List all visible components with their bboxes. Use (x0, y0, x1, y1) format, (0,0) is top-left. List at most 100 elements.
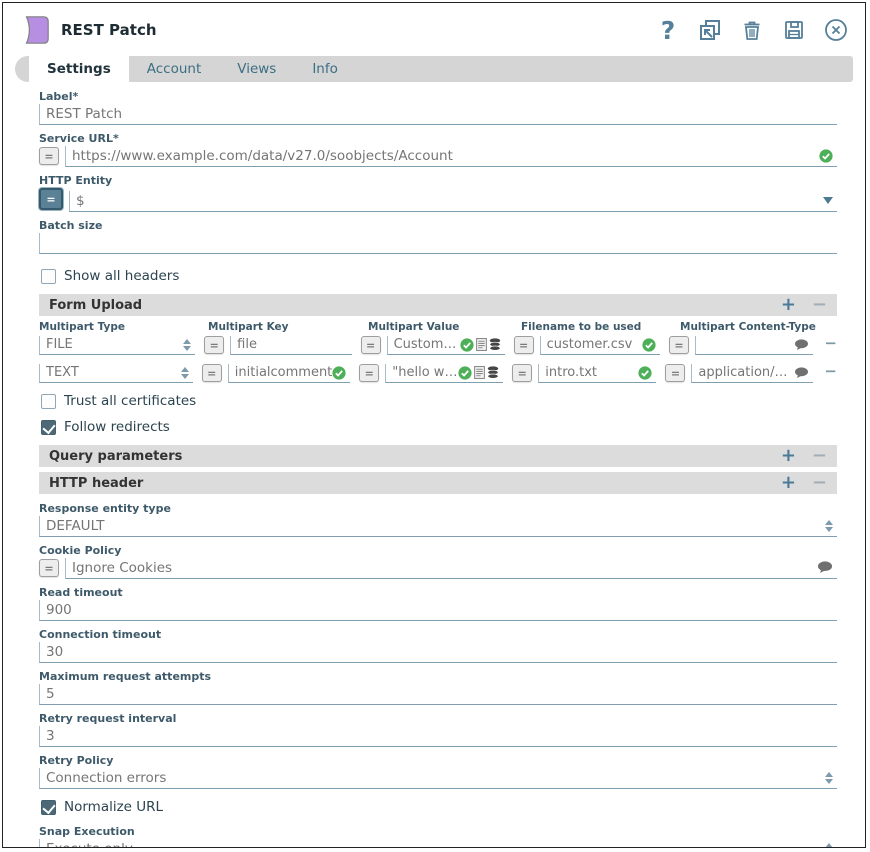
expression-toggle-active[interactable]: = (39, 188, 63, 210)
add-row-icon[interactable]: + (781, 474, 796, 492)
field-retry-request-interval: Retry request interval 3 (39, 712, 837, 747)
snap-execution-caption: Snap Execution (39, 825, 837, 838)
response-entity-type-select[interactable]: DEFAULT (39, 516, 837, 537)
multipart-type-select[interactable]: TEXT (39, 364, 193, 383)
document-icon[interactable] (476, 338, 487, 351)
database-stack-icon[interactable] (487, 366, 499, 379)
spinner-icon[interactable] (825, 843, 833, 849)
table-row: TEXT = initialcomment = "hello world (39, 362, 837, 383)
comment-bubble-icon[interactable] (794, 339, 809, 351)
tab-settings[interactable]: Settings (29, 56, 129, 82)
comment-bubble-icon[interactable] (794, 367, 809, 379)
col-multipart-key: Multipart Key (208, 321, 359, 333)
normalize-url-checkbox[interactable] (41, 800, 56, 815)
expression-toggle[interactable]: = (39, 559, 59, 577)
multipart-key-input[interactable]: initialcomment (228, 364, 351, 383)
checkbox-row-follow-redirects: Follow redirects (41, 419, 837, 435)
close-icon[interactable] (823, 17, 849, 43)
filename-input[interactable]: intro.txt (538, 364, 656, 383)
settings-panel: Label* REST Patch Service URL* = https:/… (3, 82, 865, 848)
service-url-input[interactable]: https://www.example.com/data/v27.0/soobj… (65, 146, 837, 167)
field-snap-execution: Snap Execution Execute only (39, 825, 837, 848)
remove-row-icon[interactable]: − (812, 447, 827, 465)
expression-toggle[interactable]: = (512, 364, 532, 382)
query-parameters-title: Query parameters (49, 449, 781, 464)
retry-request-interval-caption: Retry request interval (39, 712, 837, 725)
filename-input[interactable]: customer.csv (540, 336, 660, 355)
multipart-type-select[interactable]: FILE (39, 336, 195, 355)
spinner-icon[interactable] (825, 772, 833, 784)
field-response-entity-type: Response entity type DEFAULT (39, 502, 837, 537)
retry-request-interval-input[interactable]: 3 (39, 726, 837, 747)
form-upload-title: Form Upload (49, 298, 781, 313)
content-type-input[interactable]: application/oct (691, 364, 813, 383)
field-read-timeout: Read timeout 900 (39, 586, 837, 621)
expression-toggle[interactable]: = (204, 336, 224, 354)
tab-views[interactable]: Views (219, 56, 294, 82)
read-timeout-caption: Read timeout (39, 586, 837, 599)
response-entity-type-caption: Response entity type (39, 502, 837, 515)
add-row-icon[interactable]: + (781, 296, 796, 314)
open-external-icon[interactable] (697, 17, 723, 43)
field-connection-timeout: Connection timeout 30 (39, 628, 837, 663)
col-content-type: Multipart Content-Type (680, 321, 828, 333)
http-entity-input[interactable]: $ (69, 191, 837, 212)
read-timeout-input[interactable]: 900 (39, 600, 837, 621)
expression-toggle[interactable]: = (669, 336, 689, 354)
database-stack-icon[interactable] (489, 338, 501, 351)
expression-toggle[interactable]: = (514, 336, 534, 354)
comment-bubble-icon[interactable] (817, 561, 833, 574)
cookie-policy-input[interactable]: Ignore Cookies (65, 558, 837, 579)
content-type-input[interactable] (695, 336, 813, 355)
col-multipart-type: Multipart Type (39, 321, 199, 333)
expression-toggle[interactable]: = (202, 364, 222, 382)
section-query-parameters: Query parameters + − (39, 445, 837, 467)
expression-toggle[interactable]: = (359, 364, 379, 382)
max-request-attempts-input[interactable]: 5 (39, 684, 837, 705)
expression-toggle[interactable]: = (39, 147, 59, 165)
trash-icon[interactable] (739, 17, 765, 43)
follow-redirects-checkbox[interactable] (41, 420, 56, 435)
cookie-policy-caption: Cookie Policy (39, 544, 837, 557)
spinner-icon[interactable] (183, 339, 191, 351)
batch-size-caption: Batch size (39, 219, 837, 232)
col-filename: Filename to be used (521, 321, 671, 333)
multipart-key-input[interactable]: file (230, 336, 351, 355)
help-icon[interactable]: ? (655, 17, 681, 43)
expression-toggle[interactable]: = (665, 364, 685, 382)
multipart-value-input[interactable]: "hello world (385, 364, 503, 383)
connection-timeout-caption: Connection timeout (39, 628, 837, 641)
snap-settings-dialog: REST Patch ? (2, 2, 866, 848)
remove-row-icon[interactable]: − (812, 474, 827, 492)
spinner-icon[interactable] (181, 367, 189, 379)
field-retry-policy: Retry Policy Connection errors (39, 754, 837, 789)
dropdown-arrow-icon[interactable] (823, 197, 833, 204)
batch-size-input[interactable] (39, 233, 837, 254)
dialog-header: REST Patch ? (3, 3, 865, 52)
tab-account[interactable]: Account (129, 56, 220, 82)
multipart-value-input[interactable]: Customer.cs (387, 336, 505, 355)
remove-row-icon[interactable]: − (812, 296, 827, 314)
show-all-headers-checkbox[interactable] (41, 269, 56, 284)
delete-row-icon[interactable]: − (824, 334, 837, 352)
col-multipart-value: Multipart Value (368, 321, 512, 333)
label-input[interactable]: REST Patch (39, 104, 837, 125)
valid-check-icon (819, 149, 833, 163)
save-icon[interactable] (781, 17, 807, 43)
http-entity-caption: HTTP Entity (39, 174, 837, 187)
retry-policy-caption: Retry Policy (39, 754, 837, 767)
document-icon[interactable] (474, 366, 485, 379)
field-max-request-attempts: Maximum request attempts 5 (39, 670, 837, 705)
retry-policy-select[interactable]: Connection errors (39, 768, 837, 789)
delete-row-icon[interactable]: − (824, 362, 837, 380)
trust-certificates-checkbox[interactable] (41, 394, 56, 409)
snap-execution-select[interactable]: Execute only (39, 839, 837, 848)
connection-timeout-input[interactable]: 30 (39, 642, 837, 663)
form-upload-table: Multipart Type Multipart Key Multipart V… (39, 321, 837, 383)
expression-toggle[interactable]: = (361, 336, 381, 354)
tab-info[interactable]: Info (294, 56, 356, 82)
page-title: REST Patch (61, 21, 655, 39)
spinner-icon[interactable] (825, 520, 833, 532)
section-form-upload: Form Upload + − (39, 294, 837, 316)
add-row-icon[interactable]: + (781, 447, 796, 465)
